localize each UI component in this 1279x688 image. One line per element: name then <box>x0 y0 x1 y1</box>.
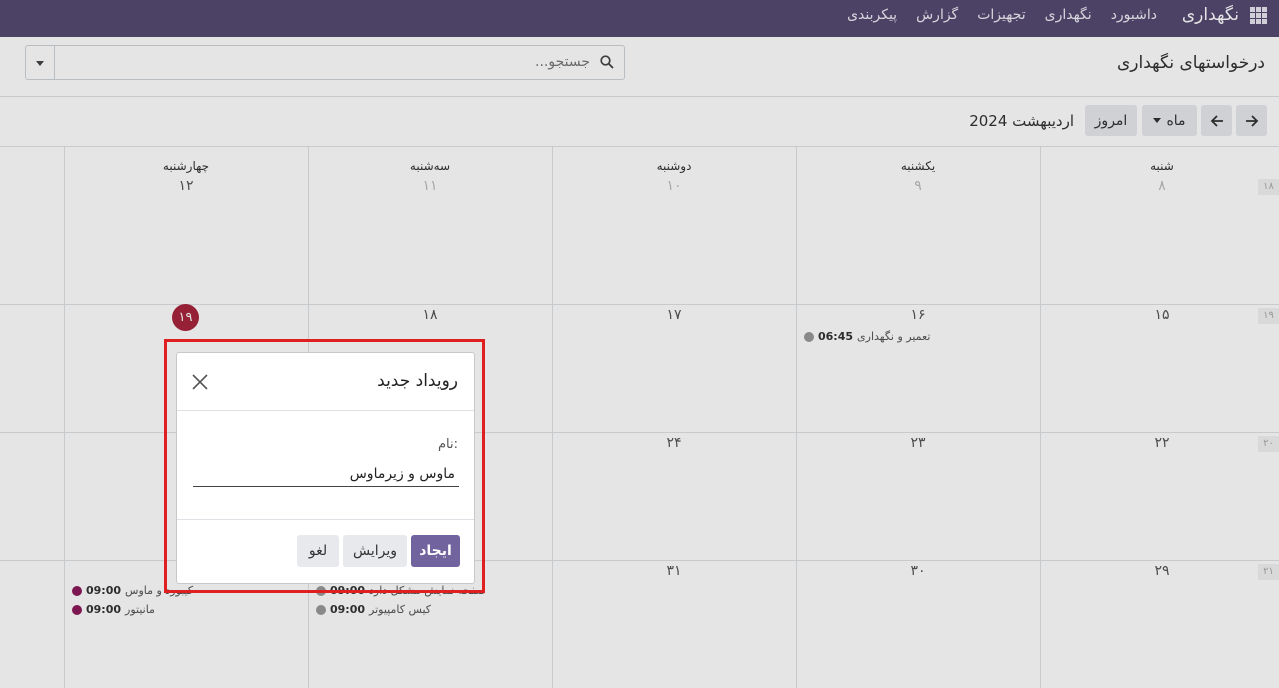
close-icon[interactable] <box>191 373 209 391</box>
name-field-label: نام: <box>437 437 458 452</box>
dialog-footer-divider <box>177 519 474 520</box>
quick-create-dialog: رویداد جدید نام: ایجاد ویرایش لغو <box>176 352 475 584</box>
create-button[interactable]: ایجاد <box>411 535 460 567</box>
cancel-button[interactable]: لغو <box>297 535 339 567</box>
edit-button[interactable]: ویرایش <box>343 535 407 567</box>
name-field[interactable] <box>193 461 459 487</box>
dialog-title: رویداد جدید <box>377 371 458 391</box>
dialog-header: رویداد جدید <box>177 353 474 411</box>
